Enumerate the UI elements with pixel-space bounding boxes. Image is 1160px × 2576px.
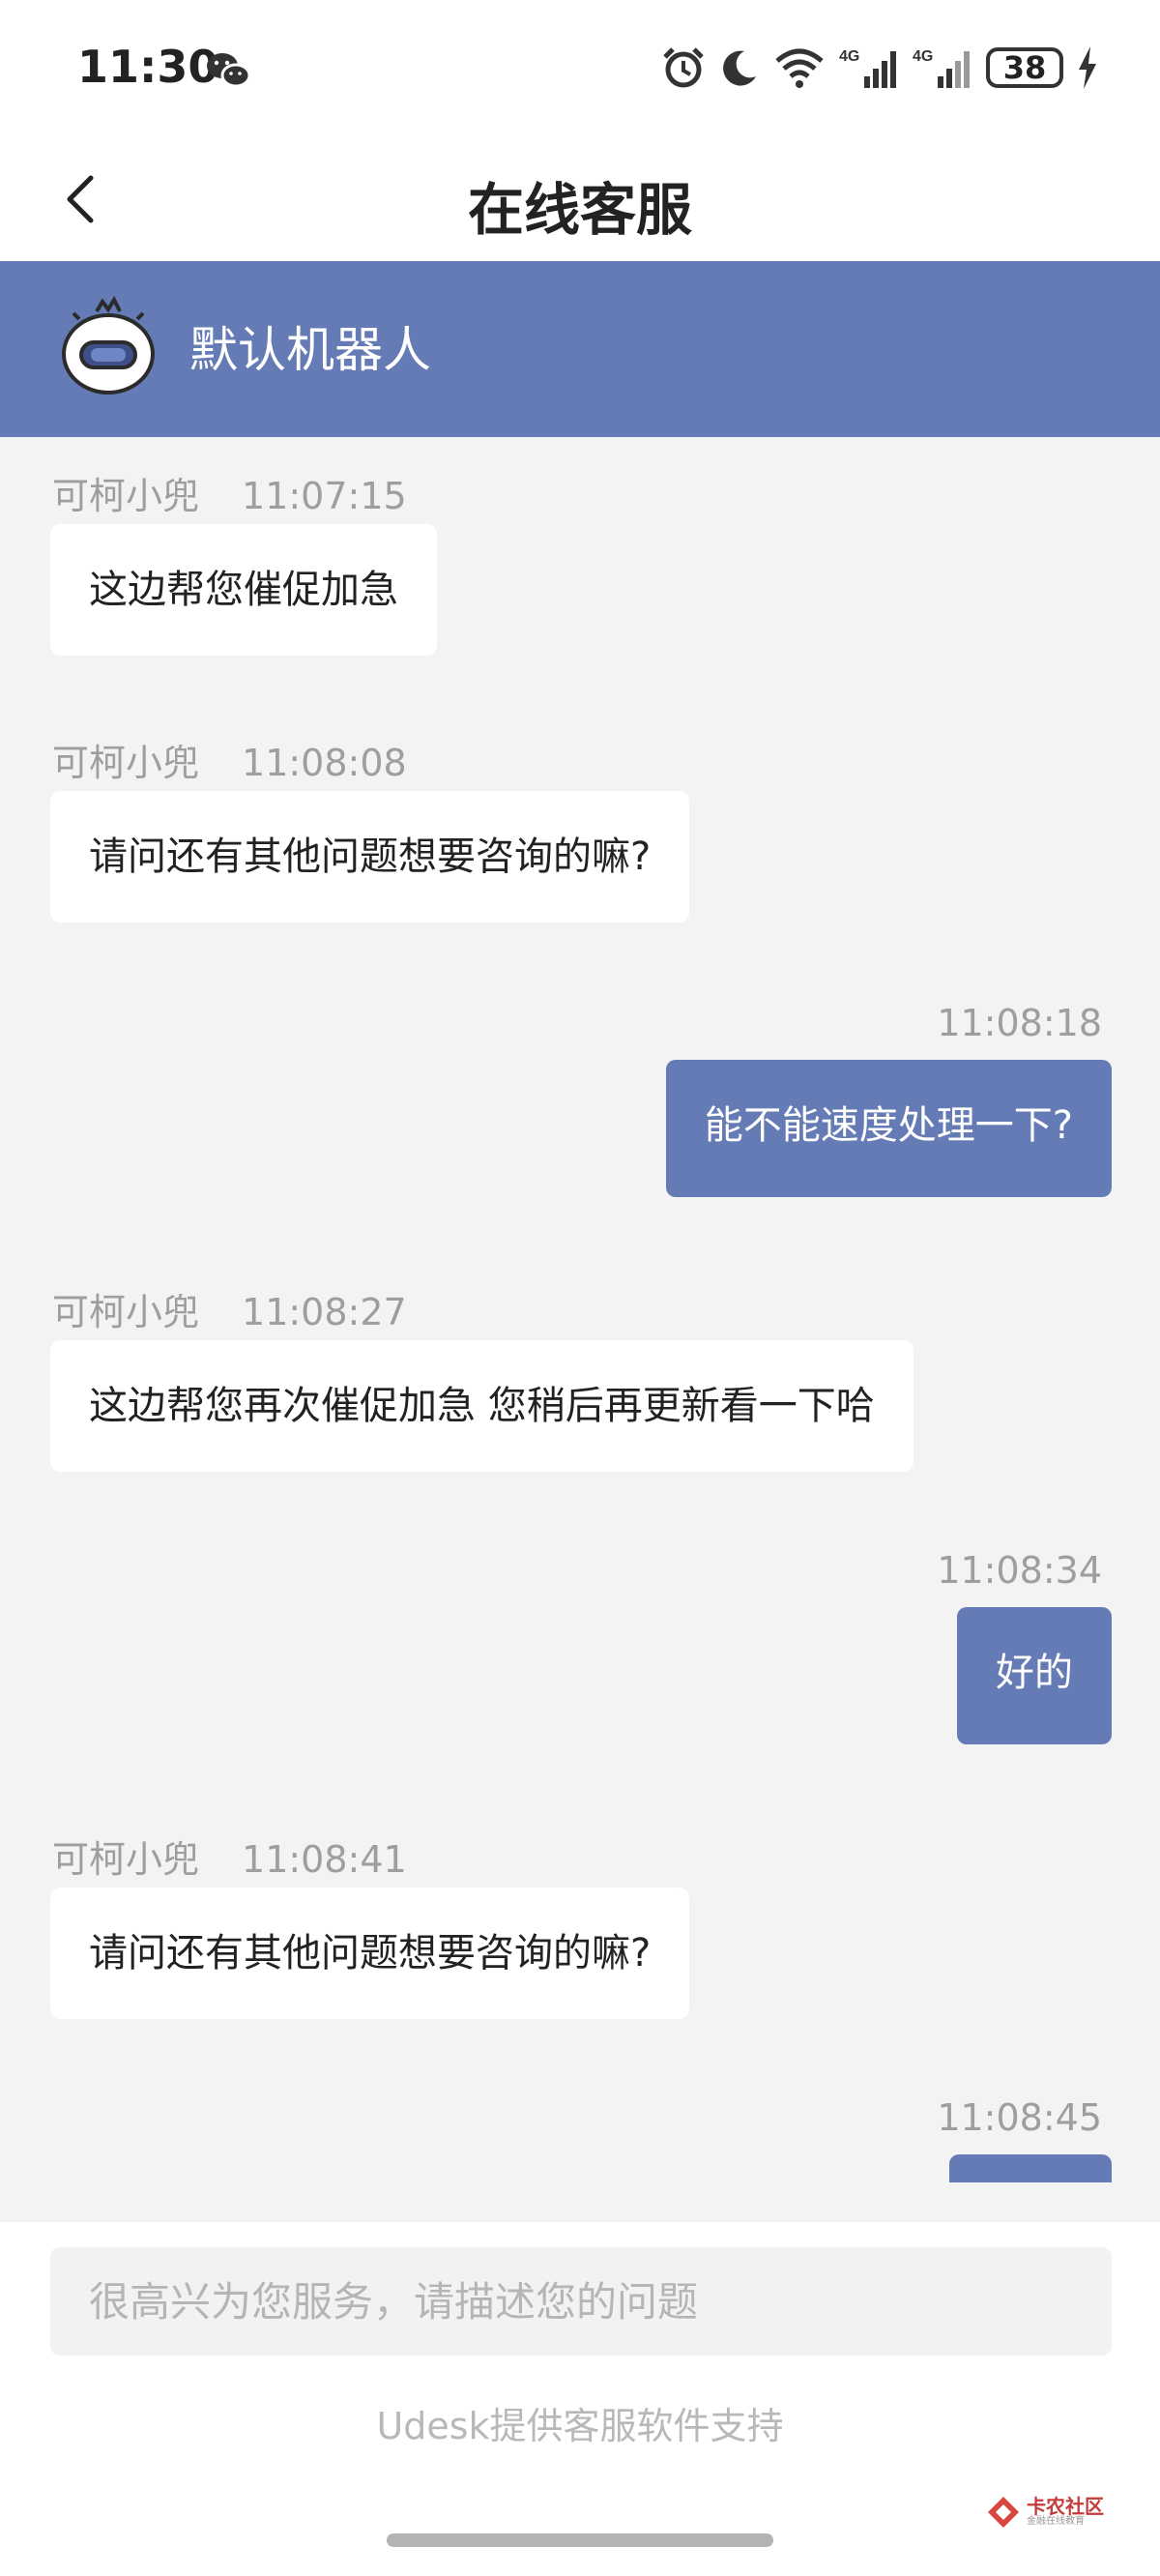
watermark-icon <box>988 2497 1019 2528</box>
agent-message-bubble: 请问还有其他问题想要咨询的嘛? <box>50 1888 690 2019</box>
watermark-text: 卡农社区 <box>1027 2495 1104 2518</box>
message-input[interactable] <box>50 2247 1112 2356</box>
svg-text:4G: 4G <box>913 48 933 65</box>
message-meta: 可柯小兜 11:08:08 <box>52 733 407 786</box>
status-icons: 4G 4G 38 <box>661 43 1098 93</box>
user-message-bubble: 好的 <box>957 1607 1112 1744</box>
user-message-bubble: 能不能速度处理一下? <box>665 1060 1112 1197</box>
message-time: 11:08:27 <box>242 1291 407 1333</box>
sender-name: 可柯小兜 <box>52 475 200 517</box>
nav-bar: 在线客服 <box>0 135 1160 261</box>
status-bar: 11:30 4G 4G 38 <box>0 0 1160 135</box>
battery-indicator: 38 <box>986 47 1063 88</box>
status-time: 11:30 <box>77 41 219 93</box>
signal-4g-icon: 4G <box>839 48 896 88</box>
robot-icon <box>62 295 155 395</box>
alarm-icon <box>663 47 704 88</box>
chat-messages[interactable]: 可柯小兜 11:07:15 这边帮您催促加急 可柯小兜 11:08:08 请问还有其… <box>0 437 1160 2182</box>
watermark-logo: 卡农社区 金融在线教育 <box>986 2495 1104 2530</box>
home-indicator[interactable] <box>387 2533 773 2547</box>
message-time: 11:07:15 <box>242 475 407 517</box>
wechat-icon <box>207 53 251 88</box>
signal-4g-icon: 4G <box>913 48 970 88</box>
svg-text:4G: 4G <box>839 48 859 65</box>
message-meta: 可柯小兜 11:08:27 <box>52 1282 407 1335</box>
message-time: 11:08:18 <box>937 1002 1102 1044</box>
message-time: 11:08:34 <box>937 1549 1102 1592</box>
message-meta: 可柯小兜 11:07:15 <box>52 466 407 519</box>
agent-message-bubble: 请问还有其他问题想要咨询的嘛? <box>50 791 690 922</box>
page-title: 在线客服 <box>467 177 692 243</box>
agent-message-bubble: 这边帮您催促加急 <box>50 524 437 656</box>
agent-message-bubble: 这边帮您再次催促加急 您稍后再更新看一下哈 <box>50 1340 914 1472</box>
message-time: 11:08:45 <box>937 2096 1102 2139</box>
sender-name: 可柯小兜 <box>52 1291 200 1333</box>
robot-header: 默认机器人 <box>0 261 1160 437</box>
moon-icon <box>723 50 756 86</box>
message-time: 11:08:41 <box>242 1838 407 1881</box>
user-message-bubble <box>949 2154 1112 2182</box>
sender-name: 可柯小兜 <box>52 742 200 784</box>
charging-icon <box>1079 46 1096 89</box>
powered-by-text: Udesk提供客服软件支持 <box>376 2405 784 2447</box>
message-time: 11:08:08 <box>242 742 407 784</box>
wifi-icon <box>775 48 824 88</box>
sender-name: 可柯小兜 <box>52 1838 200 1881</box>
message-meta: 可柯小兜 11:08:41 <box>52 1830 407 1883</box>
robot-name: 默认机器人 <box>189 322 431 378</box>
